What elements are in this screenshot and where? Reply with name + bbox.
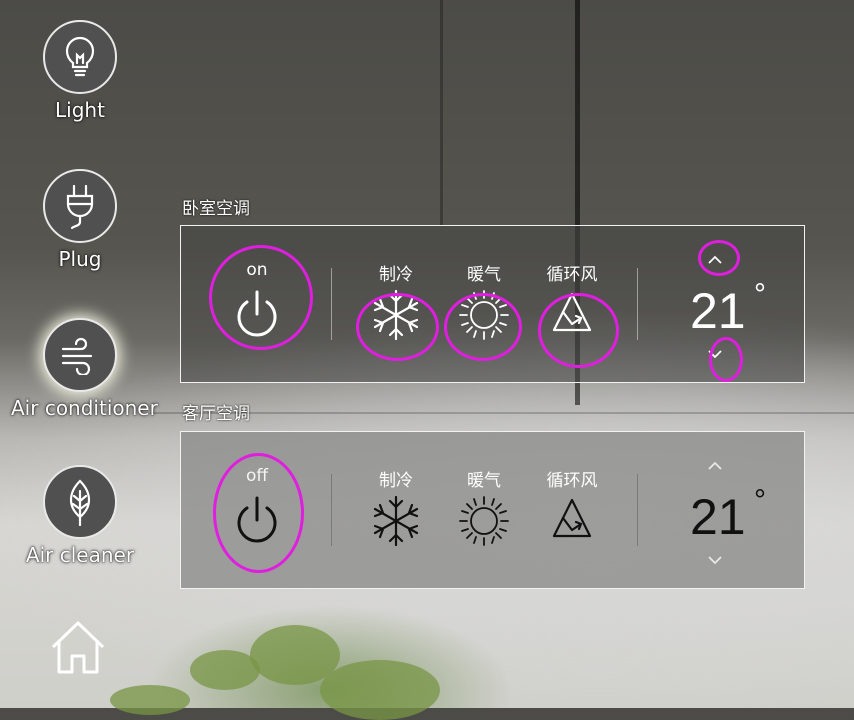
chevron-up-icon bbox=[708, 255, 722, 264]
snowflake-icon bbox=[373, 495, 419, 547]
temperature-up-button[interactable] bbox=[700, 456, 730, 476]
sidebar-item-air-cleaner[interactable]: Air cleaner bbox=[11, 465, 149, 567]
power-state-label: off bbox=[245, 466, 269, 486]
snowflake-icon bbox=[373, 289, 419, 341]
lightbulb-icon bbox=[65, 36, 95, 77]
background-plant bbox=[320, 660, 440, 720]
nav-circle bbox=[43, 318, 117, 392]
recycle-icon bbox=[552, 292, 592, 332]
temperature-value: 21 bbox=[690, 489, 746, 545]
divider bbox=[637, 268, 638, 340]
wind-icon bbox=[61, 337, 93, 375]
temperature-control: 21 ° bbox=[676, 442, 776, 582]
nav-circle bbox=[43, 20, 117, 94]
temperature-down-button[interactable] bbox=[700, 344, 730, 364]
ac-panel-living-room: off 制冷 暖气 循环风 21 ° bbox=[180, 431, 805, 589]
power-button[interactable]: off bbox=[233, 466, 281, 548]
sidebar-item-light[interactable]: Light bbox=[11, 20, 149, 122]
temperature-control: 21 ° bbox=[676, 236, 776, 376]
divider bbox=[637, 474, 638, 546]
sidebar-item-label: Air conditioner bbox=[11, 396, 158, 420]
panel-title: 卧室空调 bbox=[182, 199, 250, 219]
leaf-icon bbox=[69, 479, 91, 527]
mode-label: 暖气 bbox=[467, 265, 501, 285]
sidebar-item-label: Light bbox=[55, 98, 105, 122]
degree-symbol: ° bbox=[754, 484, 766, 517]
chevron-down-icon bbox=[708, 556, 722, 565]
sun-icon bbox=[459, 290, 509, 340]
sidebar-item-plug[interactable]: Plug bbox=[11, 169, 149, 271]
mode-label: 制冷 bbox=[379, 265, 413, 285]
home-icon bbox=[51, 621, 105, 674]
mode-cool-button[interactable]: 制冷 bbox=[356, 260, 436, 342]
power-state-label: on bbox=[246, 260, 268, 280]
mode-heat-button[interactable]: 暖气 bbox=[444, 466, 524, 548]
mode-cool-button[interactable]: 制冷 bbox=[356, 466, 436, 548]
mode-heat-button[interactable]: 暖气 bbox=[444, 260, 524, 342]
background-shelf-line bbox=[150, 412, 854, 414]
mode-label: 循环风 bbox=[546, 265, 598, 285]
divider bbox=[331, 474, 332, 546]
sidebar-item-air-conditioner[interactable]: Air conditioner bbox=[11, 318, 158, 420]
power-button[interactable]: on bbox=[233, 260, 281, 342]
ac-panel-bedroom: on 制冷 暖气 循环风 21 ° bbox=[180, 225, 805, 383]
recycle-icon bbox=[552, 498, 592, 538]
temperature-up-button[interactable] bbox=[700, 250, 730, 270]
power-icon bbox=[237, 290, 277, 337]
sidebar-item-label: Air cleaner bbox=[25, 543, 135, 567]
home-button[interactable] bbox=[48, 618, 108, 678]
mode-label: 制冷 bbox=[379, 471, 413, 491]
temperature-down-button[interactable] bbox=[700, 550, 730, 570]
temperature-value: 21 bbox=[690, 283, 746, 339]
mode-label: 暖气 bbox=[467, 471, 501, 491]
mode-recirculate-button[interactable]: 循环风 bbox=[532, 466, 612, 548]
mode-label: 循环风 bbox=[546, 471, 598, 491]
nav-circle bbox=[43, 465, 117, 539]
nav-circle bbox=[43, 169, 117, 243]
panel-title: 客厅空调 bbox=[182, 404, 250, 424]
power-icon bbox=[237, 496, 277, 543]
degree-symbol: ° bbox=[754, 278, 766, 311]
divider bbox=[331, 268, 332, 340]
chevron-down-icon bbox=[708, 350, 722, 359]
mode-recirculate-button[interactable]: 循环风 bbox=[532, 260, 612, 342]
plug-icon bbox=[66, 184, 94, 230]
sun-icon bbox=[459, 496, 509, 546]
chevron-up-icon bbox=[708, 461, 722, 470]
background-plant bbox=[110, 685, 190, 715]
background-frame-line bbox=[440, 0, 443, 225]
sidebar-item-label: Plug bbox=[58, 247, 102, 271]
